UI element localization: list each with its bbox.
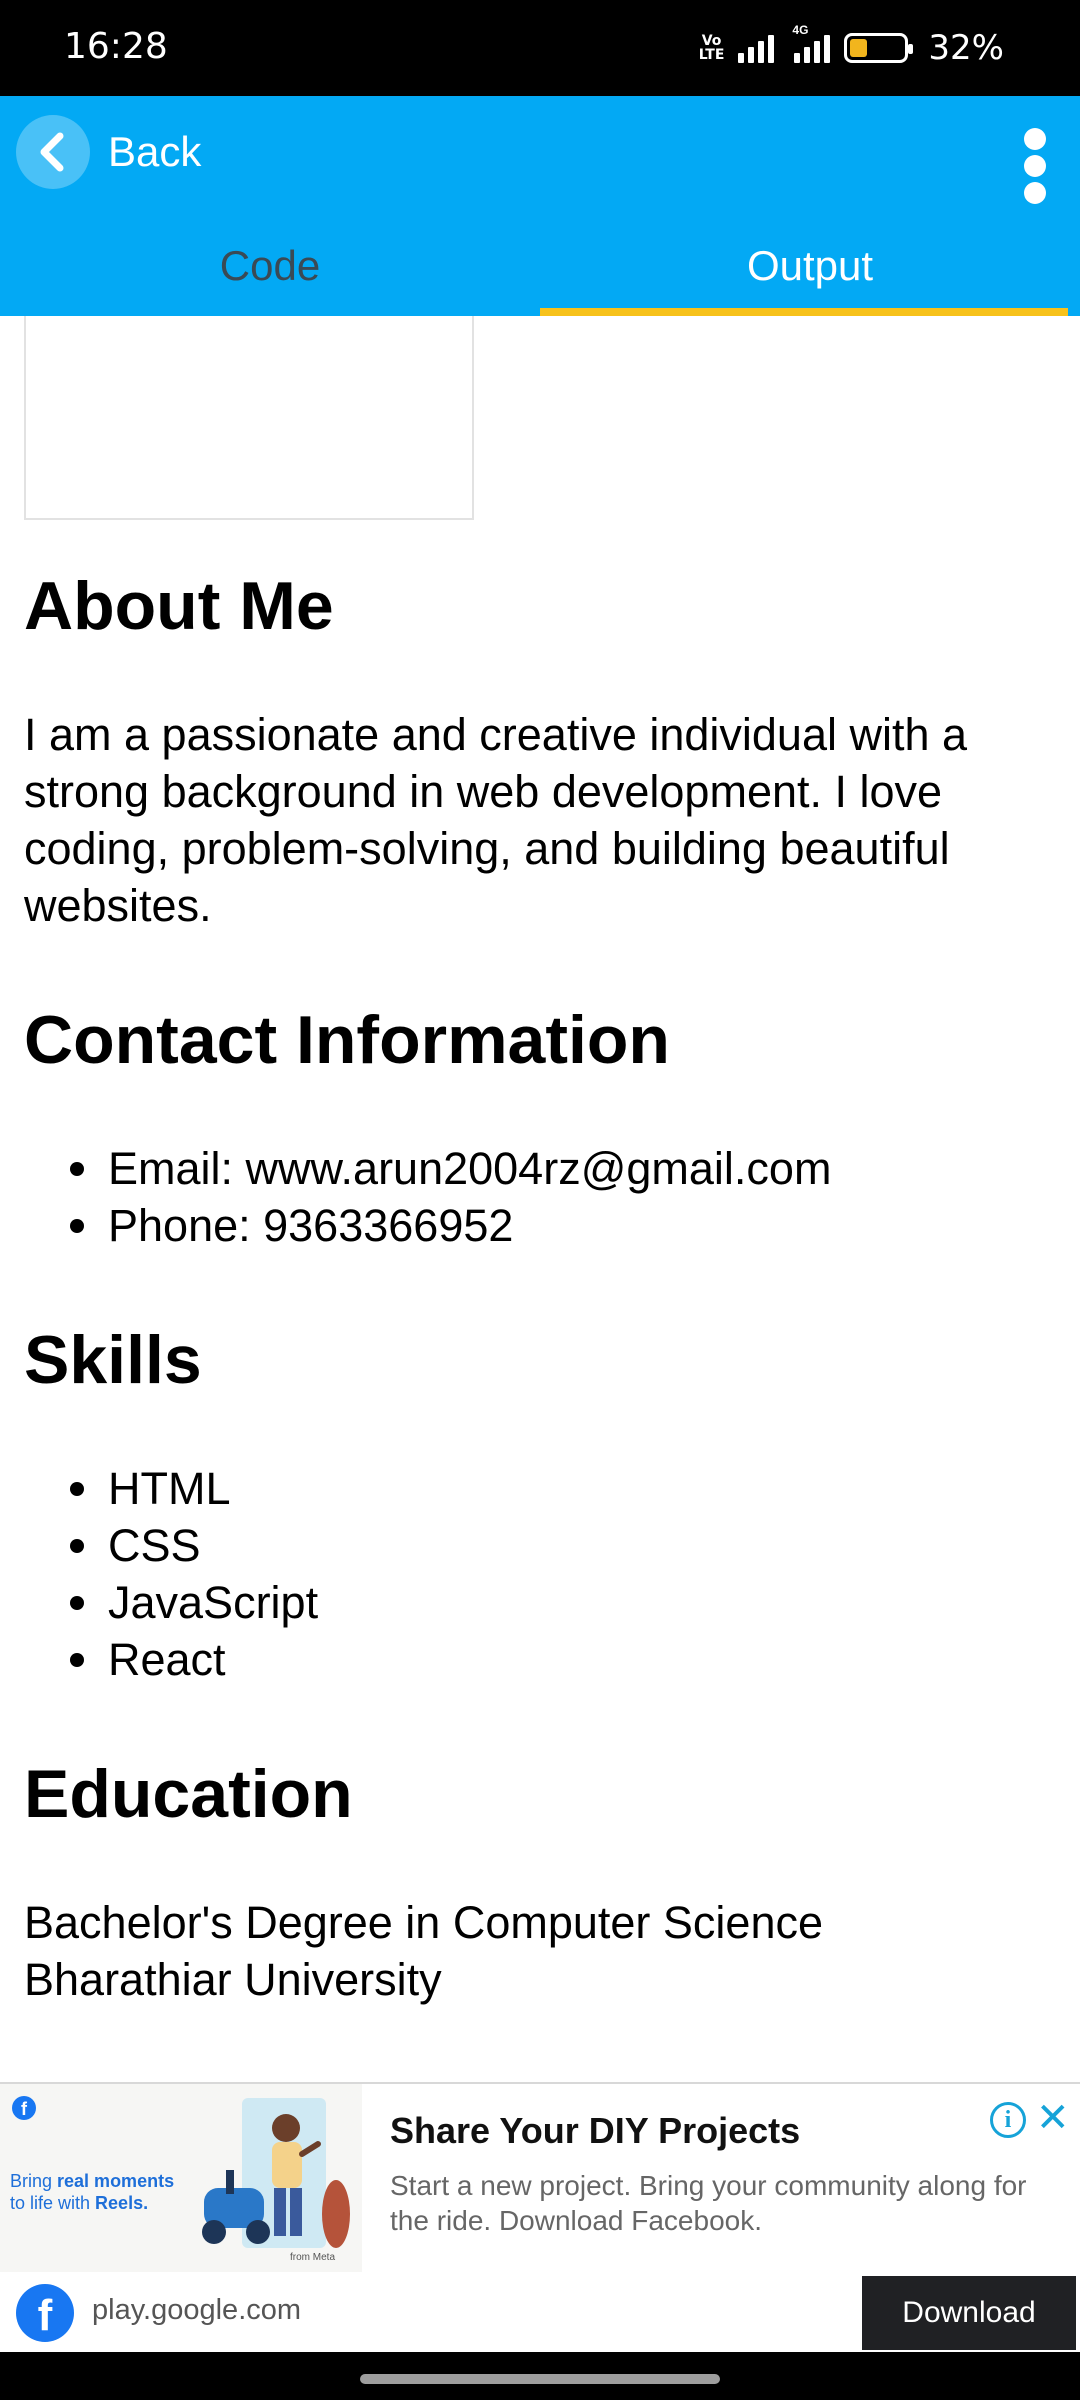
battery-percent: 32%: [928, 28, 1004, 68]
status-time: 16:28: [64, 26, 168, 67]
tab-bar: Code Output: [0, 216, 1080, 316]
tab-output[interactable]: Output: [540, 216, 1080, 316]
back-button[interactable]: Back: [16, 112, 201, 192]
home-gesture-handle[interactable]: [360, 2374, 720, 2384]
ad-image-caption: Bring real moments to life with Reels.: [10, 2171, 175, 2213]
education-school: Bharathiar University: [24, 1954, 442, 2005]
contact-email: Email: www.arun2004rz@gmail.com: [70, 1140, 1064, 1197]
network-label: 4G: [792, 23, 809, 37]
battery-fill: [850, 39, 868, 57]
more-options-icon[interactable]: [1020, 128, 1050, 204]
education-degree: Bachelor's Degree in Computer Science: [24, 1897, 823, 1948]
ad-domain: play.google.com: [92, 2294, 302, 2326]
output-view[interactable]: About Me I am a passionate and creative …: [0, 316, 1080, 2082]
status-bar: 16:28 Vo LTE 4G 32%: [0, 0, 1080, 96]
ad-banner[interactable]: f Bring real moments to life with Reels.…: [0, 2082, 1080, 2352]
navigation-bar: [0, 2352, 1080, 2400]
battery-icon: [844, 33, 914, 63]
skill-item: JavaScript: [70, 1574, 1064, 1631]
facebook-logo-icon: f: [16, 2284, 74, 2342]
app-bar: Back Code Output: [0, 96, 1080, 316]
skill-item: HTML: [70, 1460, 1064, 1517]
image-placeholder: [24, 316, 474, 520]
back-arrow-icon: [16, 115, 90, 189]
volte-icon: Vo LTE: [699, 34, 725, 62]
education-text: Bachelor's Degree in Computer Science Bh…: [24, 1894, 1064, 2008]
skills-list: HTML CSS JavaScript React: [70, 1460, 1064, 1688]
education-heading: Education: [24, 1756, 353, 1832]
skill-item: CSS: [70, 1517, 1064, 1574]
volte-label-top: Vo: [701, 33, 722, 49]
meta-tag: from Meta: [290, 2252, 336, 2263]
ad-info-icon[interactable]: i: [990, 2102, 1026, 2138]
skills-heading: Skills: [24, 1322, 202, 1398]
signal-icon: [738, 33, 775, 63]
about-heading: About Me: [24, 568, 334, 644]
contact-heading: Contact Information: [24, 1002, 670, 1078]
signal-4g-icon: 4G: [792, 23, 831, 63]
tab-code[interactable]: Code: [0, 216, 540, 316]
volte-label-bottom: LTE: [698, 47, 725, 63]
ad-image[interactable]: f Bring real moments to life with Reels.…: [0, 2084, 362, 2272]
skill-item: React: [70, 1631, 1064, 1688]
ad-footer: f play.google.com Download: [0, 2274, 1080, 2352]
status-icons: Vo LTE 4G 32%: [699, 23, 1004, 72]
download-button[interactable]: Download: [862, 2276, 1076, 2350]
rendered-page: About Me I am a passionate and creative …: [24, 566, 1064, 2008]
ad-description[interactable]: Start a new project. Bring your communit…: [390, 2168, 1050, 2238]
ad-title[interactable]: Share Your DIY Projects: [390, 2110, 800, 2152]
about-paragraph: I am a passionate and creative individua…: [24, 709, 968, 931]
active-tab-indicator: [540, 308, 1068, 316]
ad-close-icon[interactable]: ✕: [1036, 2098, 1070, 2138]
contact-phone: Phone: 9363366952: [70, 1197, 1064, 1254]
back-label: Back: [108, 128, 202, 175]
contact-list: Email: www.arun2004rz@gmail.com Phone: 9…: [70, 1140, 1064, 1254]
